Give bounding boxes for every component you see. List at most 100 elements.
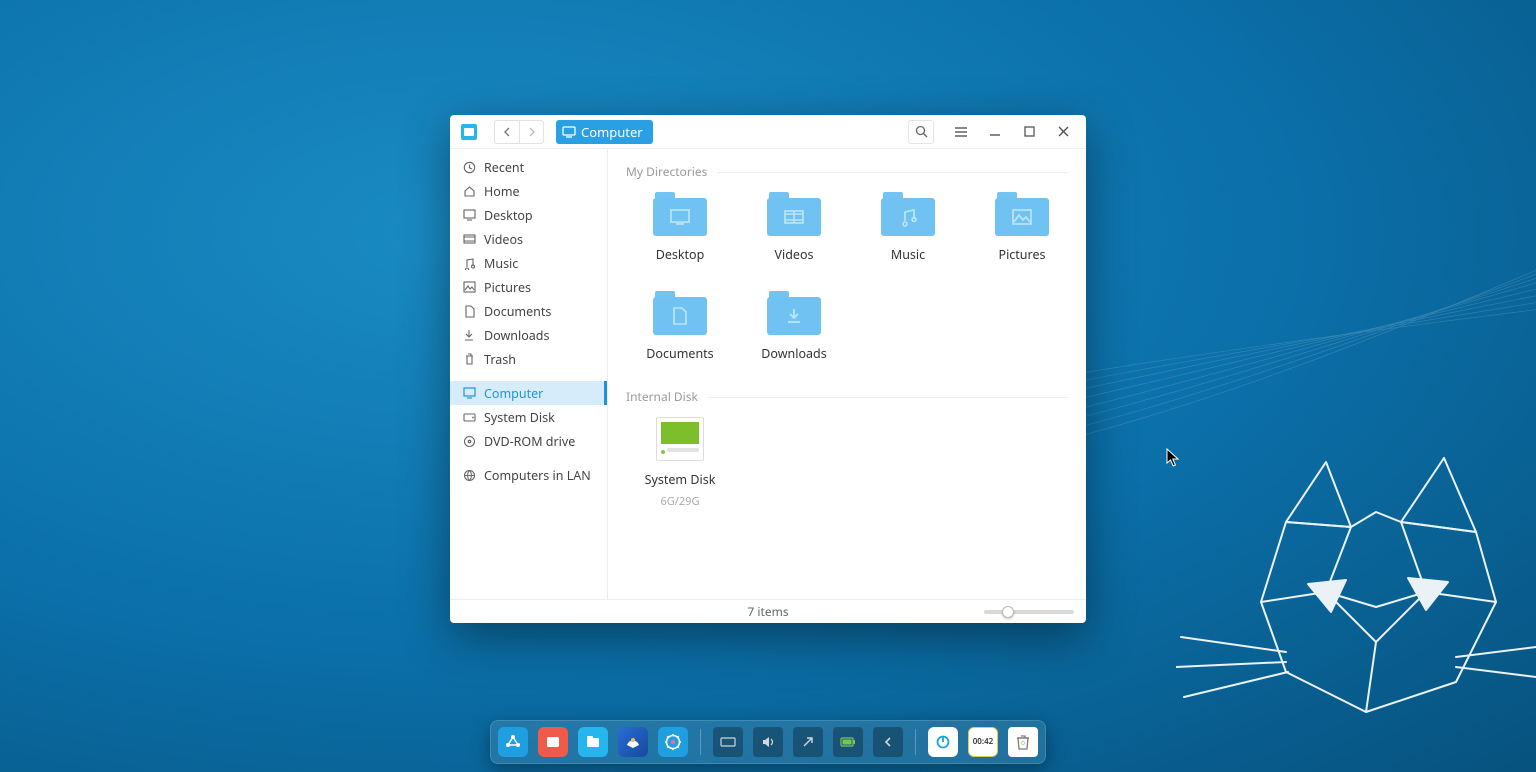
zoom-slider[interactable] [984,610,1074,614]
minimize-icon [989,126,1001,138]
close-icon [1058,126,1069,137]
sidebar-item-recent[interactable]: Recent [450,155,607,179]
sidebar-item-videos[interactable]: Videos [450,227,607,251]
search-button[interactable] [908,120,934,144]
item-label: Music [891,246,925,263]
dock-clock[interactable]: 00:42 [968,727,998,757]
sidebar-item-label: Computers in LAN [484,467,591,484]
sidebar-item-system-disk[interactable]: System Disk [450,405,607,429]
mouse-cursor [1166,448,1180,468]
folder-downloads[interactable]: Downloads [740,291,848,362]
dock-file-manager[interactable] [578,727,608,757]
item-label: Downloads [761,345,826,362]
chevron-left-icon [884,737,892,747]
picture-icon [462,280,476,294]
download-icon [462,328,476,342]
folder-videos[interactable]: Videos [740,192,848,263]
sidebar-item-documents[interactable]: Documents [450,299,607,323]
item-label: System Disk [645,471,716,488]
item-label: Documents [646,345,713,362]
search-icon [915,125,928,138]
disk-usage: 6G/29G [661,494,700,509]
sidebar-item-lan[interactable]: Computers in LAN [450,463,607,487]
sidebar-item-trash[interactable]: Trash [450,347,607,371]
tray-volume[interactable] [753,727,783,757]
lan-icon [462,468,476,482]
sidebar-item-label: Downloads [484,327,549,344]
sidebar-item-computer[interactable]: Computer [450,381,607,405]
folder-desktop[interactable]: Desktop [626,192,734,263]
sidebar-item-label: Computer [484,385,543,402]
trash-icon [1015,733,1031,751]
dock-settings[interactable] [658,727,688,757]
dock-launcher[interactable] [498,727,528,757]
breadcrumb-label: Computer [581,123,643,141]
section-header-internal-disk: Internal Disk [626,388,1068,405]
sidebar-item-label: Recent [484,159,524,176]
sidebar-item-home[interactable]: Home [450,179,607,203]
dock-multitask[interactable] [538,727,568,757]
folder-icon [767,192,821,236]
sidebar-item-pictures[interactable]: Pictures [450,275,607,299]
folder-pictures[interactable]: Pictures [968,192,1076,263]
window-controls [950,121,1080,143]
folder-icon [881,192,935,236]
folder-icon [767,291,821,335]
music-icon [462,256,476,270]
sidebar-item-desktop[interactable]: Desktop [450,203,607,227]
item-label: Pictures [999,246,1046,263]
sidebar-item-label: Pictures [484,279,531,296]
folder-music[interactable]: Music [854,192,962,263]
battery-icon [840,737,856,747]
close-button[interactable] [1052,121,1074,143]
titlebar: Computer [450,115,1086,149]
computer-icon [462,386,476,400]
clock-icon [462,160,476,174]
desktop-icon [462,208,476,222]
folder-icon [653,192,707,236]
sidebar-item-label: Music [484,255,518,272]
app-icon [456,119,482,145]
hamburger-icon [954,126,968,138]
tray-battery[interactable] [833,727,863,757]
status-item-count: 7 items [747,603,788,620]
disk-system[interactable]: System Disk 6G/29G [626,417,734,509]
section-title: My Directories [626,163,707,180]
sidebar-item-label: System Disk [484,409,555,426]
sidebar-item-label: Home [484,183,520,200]
dvd-icon [462,434,476,448]
dock-browser[interactable] [618,727,648,757]
folder-icon [653,291,707,335]
dock-trash[interactable] [1008,727,1038,757]
clock-text: 00:42 [973,738,994,746]
nav-buttons [494,120,544,144]
dock: 00:42 [490,720,1046,764]
sidebar-item-dvd[interactable]: DVD-ROM drive [450,429,607,453]
keyboard-icon [720,736,736,748]
item-label: Desktop [656,246,705,263]
menu-button[interactable] [950,121,972,143]
nav-forward-button[interactable] [519,121,543,143]
wallpaper-cat [1176,452,1536,752]
maximize-icon [1024,126,1035,137]
usb-icon [801,735,815,749]
sidebar: Recent Home Desktop Videos Music Picture… [450,149,608,599]
tray-usb[interactable] [793,727,823,757]
tray-keyboard[interactable] [713,727,743,757]
sidebar-item-music[interactable]: Music [450,251,607,275]
sidebar-item-label: DVD-ROM drive [484,433,575,450]
power-icon [935,734,951,750]
folder-icon [995,192,1049,236]
maximize-button[interactable] [1018,121,1040,143]
section-title: Internal Disk [626,388,698,405]
folder-documents[interactable]: Documents [626,291,734,362]
disk-icon [656,417,704,461]
dock-power[interactable] [928,727,958,757]
sidebar-item-label: Desktop [484,207,533,224]
sidebar-item-downloads[interactable]: Downloads [450,323,607,347]
tray-expand[interactable] [873,727,903,757]
minimize-button[interactable] [984,121,1006,143]
nav-back-button[interactable] [495,121,519,143]
main-view: My Directories Desktop Videos Music [608,149,1086,599]
breadcrumb[interactable]: Computer [556,120,653,144]
